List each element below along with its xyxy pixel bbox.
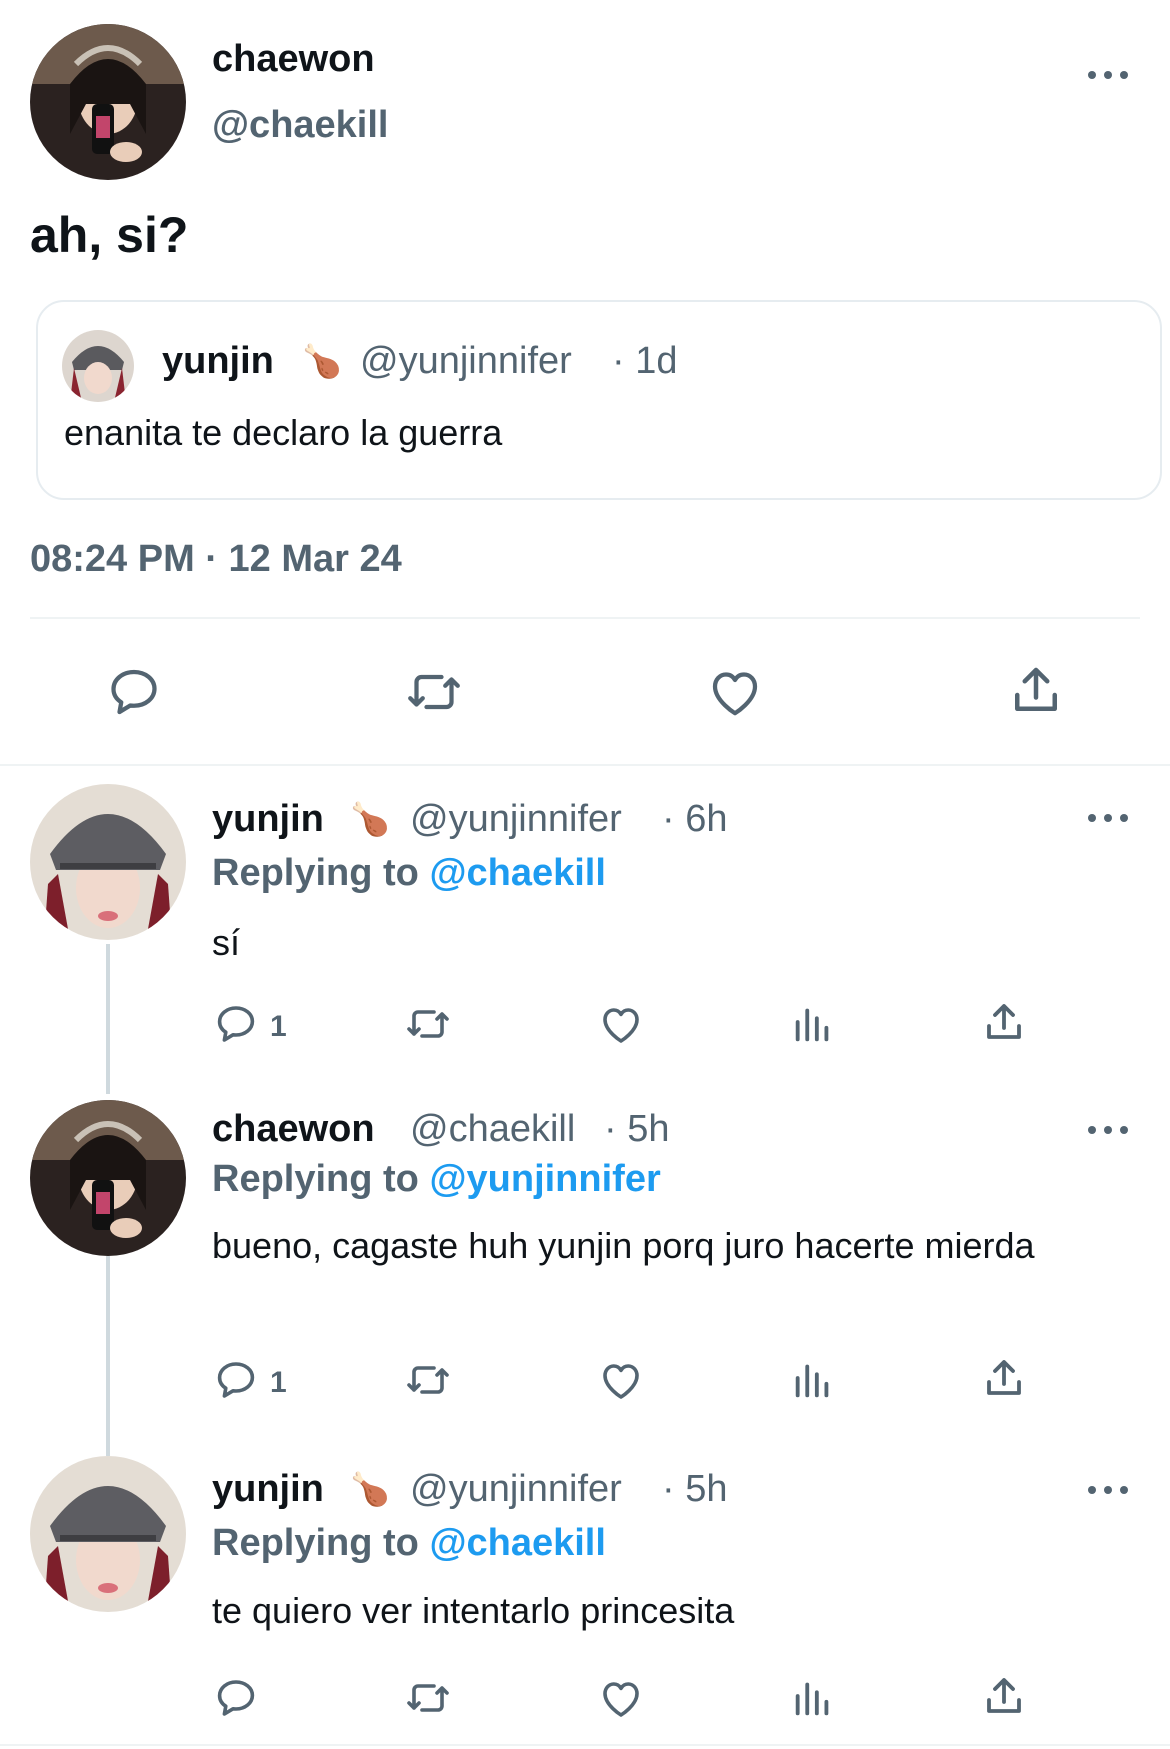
poultry-leg-emoji: 🍗: [302, 343, 342, 379]
avatar-yunjin[interactable]: [30, 784, 186, 940]
avatar-chaewon[interactable]: [30, 1100, 186, 1256]
replying-prefix: Replying to: [212, 1522, 419, 1564]
views-icon[interactable]: [790, 1674, 836, 1722]
reply-icon[interactable]: [104, 662, 164, 722]
display-name[interactable]: chaewon: [212, 1108, 375, 1151]
views-icon[interactable]: [790, 1000, 836, 1048]
quoted-text: enanita te declaro la guerra: [64, 412, 503, 453]
thread-line: [106, 944, 110, 1094]
more-icon[interactable]: [1088, 1484, 1128, 1496]
quoted-tweet-card[interactable]: yunjin 🍗 @yunjinnifer · 1d enanita te de…: [36, 300, 1162, 500]
replying-prefix: Replying to: [212, 852, 419, 894]
handle[interactable]: @yunjinnifer: [410, 798, 622, 841]
tweet-timestamp: 08:24 PM · 12 Mar 24: [30, 538, 402, 580]
replying-to: Replying to @yunjinnifer: [212, 1158, 661, 1201]
reply-icon[interactable]: [212, 1674, 260, 1722]
handle[interactable]: @chaekill: [212, 104, 388, 147]
display-name[interactable]: yunjin: [212, 1468, 324, 1511]
display-name[interactable]: yunjin: [212, 798, 324, 841]
like-icon[interactable]: [704, 662, 766, 722]
reply-count: 1: [270, 1010, 287, 1043]
replying-to: Replying to @chaekill: [212, 852, 606, 895]
display-name[interactable]: chaewon: [212, 38, 375, 81]
more-icon[interactable]: [1088, 69, 1128, 81]
divider: [30, 617, 1140, 619]
poultry-leg-emoji: 🍗: [350, 801, 390, 837]
avatar-yunjin-small: [62, 330, 134, 402]
retweet-icon[interactable]: [402, 1000, 454, 1048]
like-icon[interactable]: [596, 1674, 646, 1722]
quoted-time: · 1d: [612, 340, 678, 382]
replying-prefix: Replying to: [212, 1158, 419, 1200]
avatar-chaewon[interactable]: [30, 24, 186, 180]
handle[interactable]: @yunjinnifer: [410, 1468, 622, 1511]
retweet-icon[interactable]: [402, 662, 466, 722]
like-icon[interactable]: [596, 1356, 646, 1404]
more-icon[interactable]: [1088, 1124, 1128, 1136]
time: · 5h: [604, 1108, 670, 1150]
replying-to: Replying to @chaekill: [212, 1522, 606, 1565]
time: · 5h: [662, 1468, 728, 1510]
quoted-handle: @yunjinnifer: [360, 340, 572, 382]
share-icon[interactable]: [980, 1354, 1028, 1402]
reply-text: sí: [212, 922, 241, 963]
reply-count: 1: [270, 1366, 287, 1399]
replying-to-link[interactable]: @yunjinnifer: [429, 1158, 660, 1200]
more-icon[interactable]: [1088, 812, 1128, 824]
handle[interactable]: @chaekill: [410, 1108, 575, 1151]
reply-icon[interactable]: [212, 1000, 260, 1048]
share-icon[interactable]: [1006, 660, 1066, 720]
share-icon[interactable]: [980, 1672, 1028, 1720]
replying-to-link[interactable]: @chaekill: [429, 1522, 605, 1564]
divider: [0, 1744, 1170, 1746]
time: · 6h: [662, 798, 728, 840]
divider: [0, 764, 1170, 766]
reply-icon[interactable]: [212, 1356, 260, 1404]
poultry-leg-emoji: 🍗: [350, 1471, 390, 1507]
thread-line: [106, 1256, 110, 1456]
tweet-text: ah, si?: [30, 207, 189, 263]
quoted-display-name: yunjin: [162, 340, 274, 382]
replying-to-link[interactable]: @chaekill: [429, 852, 605, 894]
reply-text: bueno, cagaste huh yunjin porq juro hace…: [212, 1225, 1035, 1266]
retweet-icon[interactable]: [402, 1674, 454, 1722]
avatar-yunjin[interactable]: [30, 1456, 186, 1612]
share-icon[interactable]: [980, 998, 1028, 1046]
like-icon[interactable]: [596, 1000, 646, 1048]
reply-text: te quiero ver intentarlo princesita: [212, 1590, 735, 1631]
retweet-icon[interactable]: [402, 1356, 454, 1404]
views-icon[interactable]: [790, 1356, 836, 1404]
